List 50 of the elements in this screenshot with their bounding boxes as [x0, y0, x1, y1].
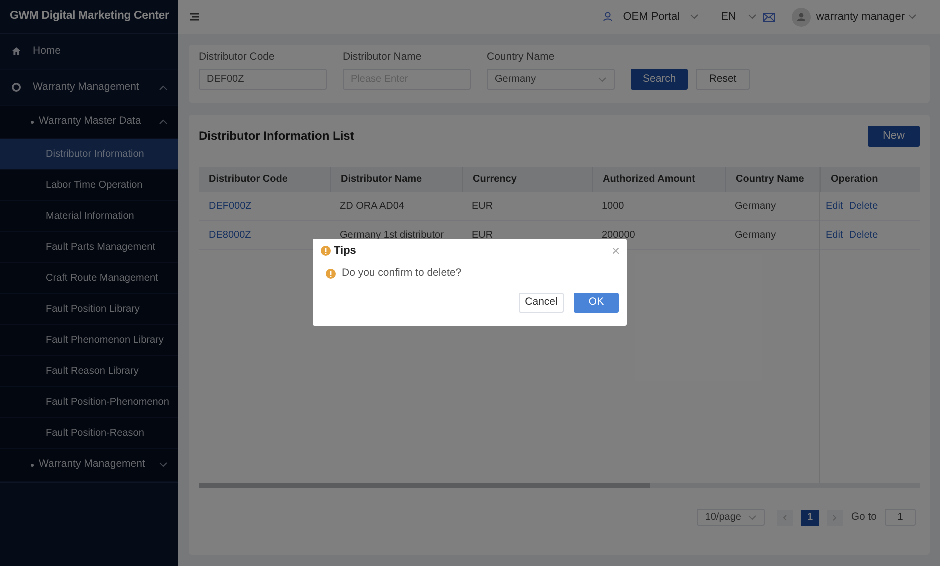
- sidebar-item[interactable]: Fault Phenomenon Library: [0, 325, 178, 356]
- goto-label: Go to: [851, 510, 877, 525]
- table-cell-text: 1000: [601, 200, 626, 214]
- sidebar-item[interactable]: Warranty Master Data: [0, 106, 178, 139]
- column-header: Authorized Amount: [592, 167, 725, 192]
- sidebar-item[interactable]: Fault Position-Reason: [0, 418, 178, 449]
- code-link[interactable]: DEF000Z: [199, 192, 330, 220]
- table-cell-text: EUR: [471, 228, 494, 242]
- table-cell-text: ZD ORA AD04: [339, 200, 406, 214]
- sidebar-item[interactable]: Fault Reason Library: [0, 356, 178, 387]
- country-select[interactable]: Germany: [487, 69, 615, 90]
- page-button[interactable]: 1: [801, 510, 820, 526]
- input-field[interactable]: DEF00Z: [199, 69, 327, 90]
- edit-link[interactable]: Edit: [826, 198, 844, 214]
- sidebar-item[interactable]: Fault Position Library: [0, 294, 178, 325]
- panel-title: Distributor Information List: [199, 128, 354, 145]
- reset-button[interactable]: Reset: [696, 69, 750, 90]
- cancel-button[interactable]: Cancel: [519, 292, 564, 313]
- table-cell-text: Germany 1st distributor: [339, 228, 445, 242]
- sidebar-item[interactable]: Fault Parts Management: [0, 232, 178, 263]
- delete-link[interactable]: Delete: [849, 228, 878, 242]
- field-label: Distributor Code: [199, 50, 276, 66]
- search-button[interactable]: Search: [631, 69, 688, 90]
- page-size-select[interactable]: 10/page: [697, 509, 766, 526]
- table-cell-text: EUR: [471, 200, 494, 214]
- dialog-title: Tips: [334, 244, 356, 259]
- field-label: Distributor Name: [343, 50, 423, 66]
- sidebar-item[interactable]: Fault Position-Phenomenon: [0, 387, 178, 418]
- column-header: Distributor Name: [330, 167, 462, 192]
- sidebar-item[interactable]: Distributor Information: [0, 139, 178, 170]
- portal-dropdown[interactable]: OEM Portal: [623, 8, 700, 26]
- field-label: Country Name: [487, 50, 556, 66]
- edit-link[interactable]: Edit: [826, 228, 844, 242]
- user-menu[interactable]: warranty manager: [816, 8, 917, 26]
- page-input[interactable]: 1: [885, 509, 916, 526]
- language-dropdown[interactable]: EN: [721, 8, 758, 26]
- sidebar-item[interactable]: Material Information: [0, 201, 178, 232]
- dialog-message: Do you confirm to delete?: [342, 266, 462, 281]
- column-header: Currency: [462, 167, 592, 192]
- sidebar-item[interactable]: Labor Time Operation: [0, 170, 178, 201]
- table-cell-text: Germany: [734, 228, 778, 242]
- sidebar-item[interactable]: Warranty Management: [0, 449, 178, 482]
- column-header: Distributor Code: [208, 173, 289, 187]
- new-button[interactable]: New: [868, 126, 920, 146]
- code-link[interactable]: DE8000Z: [199, 221, 330, 249]
- table-cell-text: Germany: [734, 200, 778, 214]
- table-cell-text: 200000: [601, 228, 636, 242]
- delete-link[interactable]: Delete: [849, 198, 878, 214]
- sidebar-item[interactable]: Craft Route Management: [0, 263, 178, 294]
- ok-button[interactable]: OK: [574, 292, 619, 313]
